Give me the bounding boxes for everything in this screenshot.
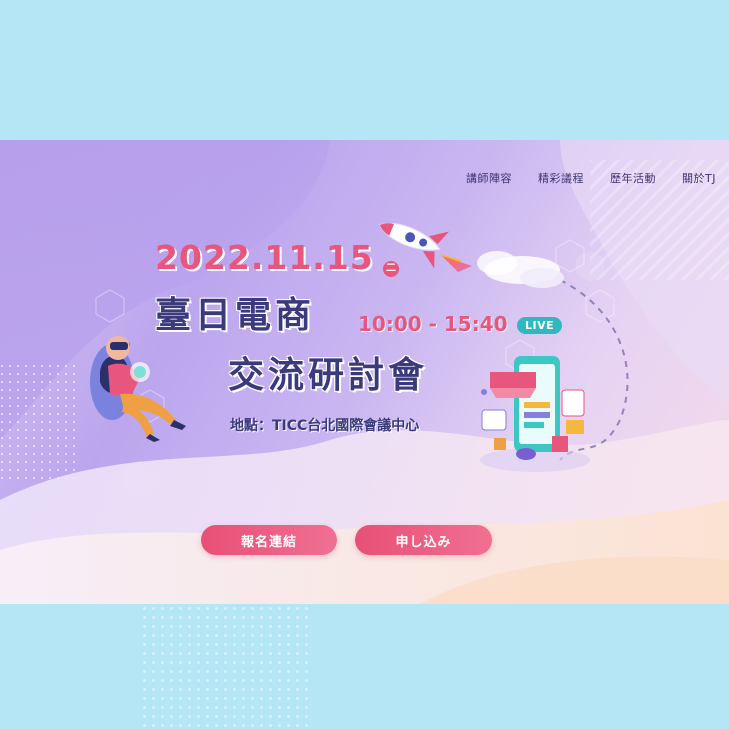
event-time: 10:00 - 15:40 — [358, 312, 508, 336]
top-nav: 講師陣容 精彩議程 歷年活動 關於TJ — [466, 170, 716, 186]
event-venue: 地點：TICC台北國際會議中心 — [230, 418, 420, 434]
mobile-shop-illustration — [480, 356, 590, 472]
event-date: 2022.11.15 — [155, 238, 374, 277]
event-weekday-badge: 二 — [383, 261, 399, 277]
event-title-line-2: 交流研討會 — [228, 355, 429, 396]
nav-item-about[interactable]: 關於TJ — [682, 170, 716, 186]
live-badge: LIVE — [517, 317, 563, 334]
apply-button[interactable]: 申し込み — [355, 525, 492, 555]
nav-item-agenda[interactable]: 精彩議程 — [538, 170, 584, 186]
nav-item-speakers[interactable]: 講師陣容 — [466, 170, 512, 186]
vr-woman-illustration — [90, 336, 186, 442]
register-link-button[interactable]: 報名連結 — [201, 525, 337, 555]
nav-item-past-events[interactable]: 歷年活動 — [610, 170, 656, 186]
decorative-dots — [140, 604, 310, 729]
rocket-icon — [378, 223, 564, 288]
hero-banner: 講師陣容 精彩議程 歷年活動 關於TJ 2022.11.15 二 臺日電商 10… — [0, 140, 729, 604]
event-title-line-1: 臺日電商 — [155, 295, 316, 336]
